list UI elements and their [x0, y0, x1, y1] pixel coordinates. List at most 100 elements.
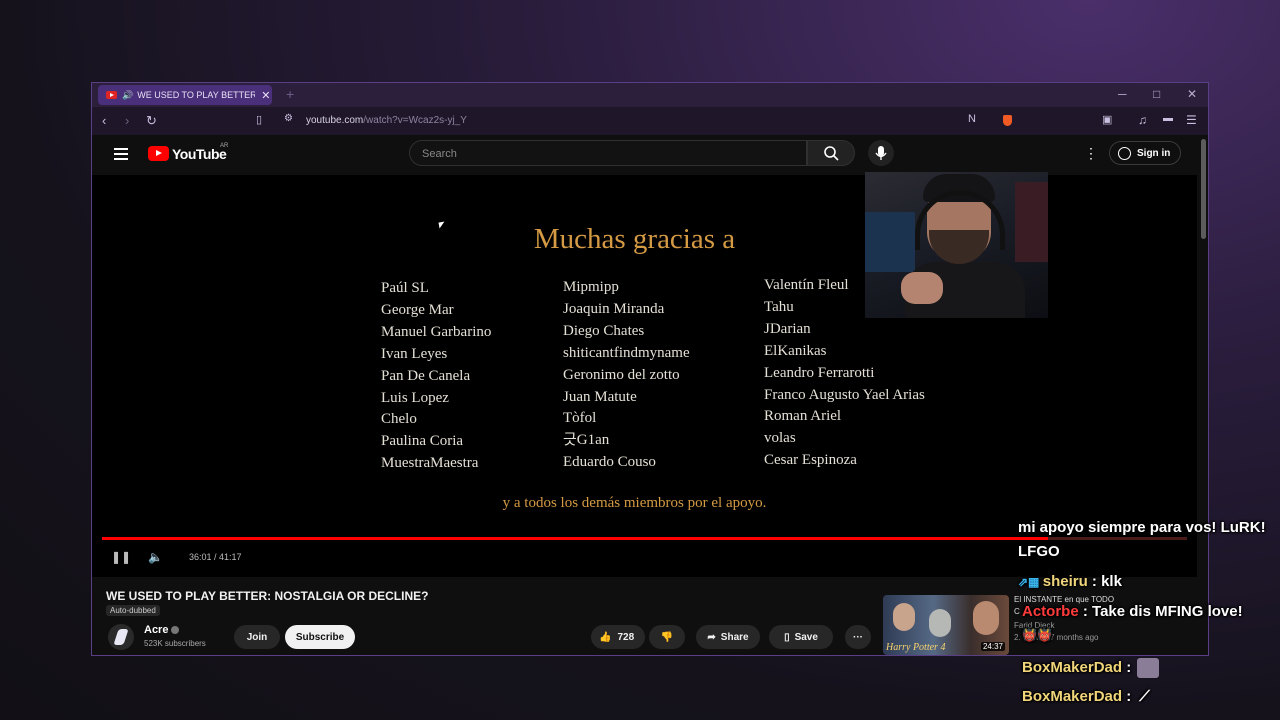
chat-text: mi apoyo siempre para vos! LuRK!	[1018, 519, 1266, 536]
volume-icon[interactable]: 🔈	[148, 550, 163, 564]
hamburger-menu-icon[interactable]	[114, 148, 128, 163]
address-bar: ‹ › ↻ ▯ ⚙ youtube.com/watch?v=Wcaz2s-yj_…	[92, 107, 1208, 135]
join-button[interactable]: Join	[234, 625, 280, 649]
sign-in-button[interactable]: Sign in	[1109, 141, 1181, 165]
music-icon[interactable]: ♫	[1138, 113, 1147, 127]
youtube-header: YouTube AR ⋮ Sign in	[92, 135, 1208, 175]
save-icon: ▯	[784, 631, 790, 643]
chat-message: Actorbe : Take dis MFING love!	[1022, 603, 1243, 620]
chat-emotes: 👹👹	[1022, 628, 1052, 642]
browser-tab[interactable]: 🔊 WE USED TO PLAY BETTER: N ✕	[98, 85, 272, 105]
chat-message: BoxMakerDad : ⟋	[1022, 688, 1150, 705]
chat-message: ⇗▦ sheiru : klk	[1018, 573, 1122, 590]
share-icon: ➦	[707, 631, 716, 643]
mouse-cursor	[438, 221, 446, 229]
voice-search-button[interactable]	[868, 140, 894, 166]
brave-shields-icon[interactable]	[1003, 115, 1012, 126]
video-title: WE USED TO PLAY BETTER: NOSTALGIA OR DEC…	[106, 589, 429, 603]
close-window-button[interactable]: ✕	[1187, 87, 1197, 101]
chat-text: : klk	[1087, 573, 1122, 590]
share-button[interactable]: ➦ Share	[696, 625, 760, 649]
tab-close-icon[interactable]: ✕	[261, 89, 270, 102]
verified-icon	[171, 626, 180, 635]
speaker-icon[interactable]: 🔊	[122, 90, 133, 101]
share-label: Share	[720, 631, 749, 643]
youtube-logo-text[interactable]: YouTube	[172, 146, 227, 162]
video-duration: 24:37	[980, 642, 1005, 651]
tab-title: WE USED TO PLAY BETTER: N	[137, 90, 256, 100]
recommended-title-line2[interactable]: C	[1014, 607, 1020, 616]
credit-name: 긋G1an	[563, 432, 610, 449]
region-code: AR	[220, 143, 229, 149]
chat-user: Actorbe	[1022, 603, 1079, 620]
thumbnail-text: Harry Potter 4	[886, 642, 946, 653]
chat-user: sheiru	[1042, 573, 1088, 590]
channel-avatar[interactable]	[108, 624, 134, 650]
credit-name: Pan De Canela	[381, 367, 471, 384]
chat-text: :	[1122, 658, 1132, 676]
extensions-icon[interactable]: ▬	[1163, 113, 1173, 124]
like-count: 728	[617, 631, 635, 643]
subscribe-button[interactable]: Subscribe	[285, 625, 355, 649]
credit-name: Manuel Garbarino	[381, 323, 492, 340]
url-field[interactable]: youtube.com/watch?v=Wcaz2s-yj_Y	[306, 115, 467, 126]
video-player[interactable]: Muchas gracias a Paúl SL George Mar Manu…	[92, 172, 1197, 577]
credits-footer: y a todos los demás miembros por el apoy…	[502, 495, 767, 511]
credit-name: Diego Chates	[563, 322, 645, 339]
settings-more-icon[interactable]: ⋮	[1084, 145, 1098, 162]
save-label: Save	[794, 631, 818, 643]
recommended-thumbnail[interactable]: Harry Potter 4 24:37	[883, 595, 1009, 655]
progress-bar[interactable]	[102, 537, 1187, 540]
account-icon	[1118, 146, 1131, 160]
channel-name-text: Acre	[144, 624, 169, 636]
scrollbar-thumb[interactable]	[1201, 139, 1206, 239]
chat-message: BoxMakerDad :	[1022, 658, 1160, 678]
like-button[interactable]: 👍 728	[591, 625, 645, 649]
chat-user: BoxMakerDad	[1022, 658, 1123, 676]
menu-icon[interactable]: ☰	[1186, 113, 1197, 127]
credit-name: Luis Lopez	[381, 389, 449, 406]
auto-dubbed-badge: Auto-dubbed	[106, 605, 160, 616]
new-tab-button[interactable]: +	[286, 86, 294, 102]
more-actions-button[interactable]: ···	[845, 625, 871, 649]
time-display: 36:01 / 41:17	[189, 552, 242, 562]
credit-name: Joaquin Miranda	[563, 300, 665, 317]
youtube-favicon-icon	[106, 91, 117, 99]
minimize-button[interactable]: ─	[1118, 87, 1127, 101]
maximize-button[interactable]: □	[1153, 87, 1160, 101]
bookmark-icon[interactable]: ▯	[256, 113, 262, 126]
credit-name: Ivan Leyes	[381, 345, 448, 362]
chat-text: LFGO	[1018, 543, 1060, 560]
credit-name: Chelo	[381, 411, 417, 428]
credit-name: Mipmipp	[563, 279, 619, 295]
badge-icon: ⇗▦	[1018, 575, 1043, 589]
search-input[interactable]	[420, 147, 784, 161]
reload-icon[interactable]: ↻	[146, 113, 157, 129]
progress-fill	[102, 537, 1049, 540]
dislike-button[interactable]: 👎	[649, 625, 685, 649]
youtube-logo-icon[interactable]	[148, 146, 169, 161]
credit-name: volas	[764, 430, 796, 447]
emote-icon: ⟋	[1139, 688, 1150, 705]
reader-mode-icon[interactable]: N	[968, 113, 976, 125]
credits-column-1: Paúl SL George Mar Manuel Garbarino Ivan…	[381, 278, 491, 475]
search-box[interactable]	[409, 140, 807, 166]
credit-name: George Mar	[381, 301, 454, 318]
search-button[interactable]	[807, 140, 855, 166]
chat-message: mi apoyo siempre para vos! LuRK!	[1018, 519, 1266, 536]
forward-arrow-icon[interactable]: ›	[125, 113, 129, 128]
chat-message: LFGO	[1018, 543, 1060, 560]
page-scrollbar[interactable]	[1197, 135, 1208, 655]
back-arrow-icon[interactable]: ‹	[102, 113, 106, 128]
screenshot-icon[interactable]: ▣	[1102, 113, 1112, 126]
credit-name: Geronimo del zotto	[563, 366, 680, 383]
credit-name: Roman Ariel	[764, 408, 842, 425]
browser-window: 🔊 WE USED TO PLAY BETTER: N ✕ + ─ □ ✕ ‹ …	[91, 82, 1209, 656]
sign-in-label: Sign in	[1137, 147, 1171, 159]
search-icon	[824, 146, 839, 161]
save-button[interactable]: ▯ Save	[769, 625, 833, 649]
credit-name: Juan Matute	[563, 388, 637, 405]
pause-icon[interactable]: ❚❚	[111, 550, 131, 564]
site-settings-icon[interactable]: ⚙	[284, 113, 293, 124]
channel-name[interactable]: Acre	[144, 624, 180, 636]
